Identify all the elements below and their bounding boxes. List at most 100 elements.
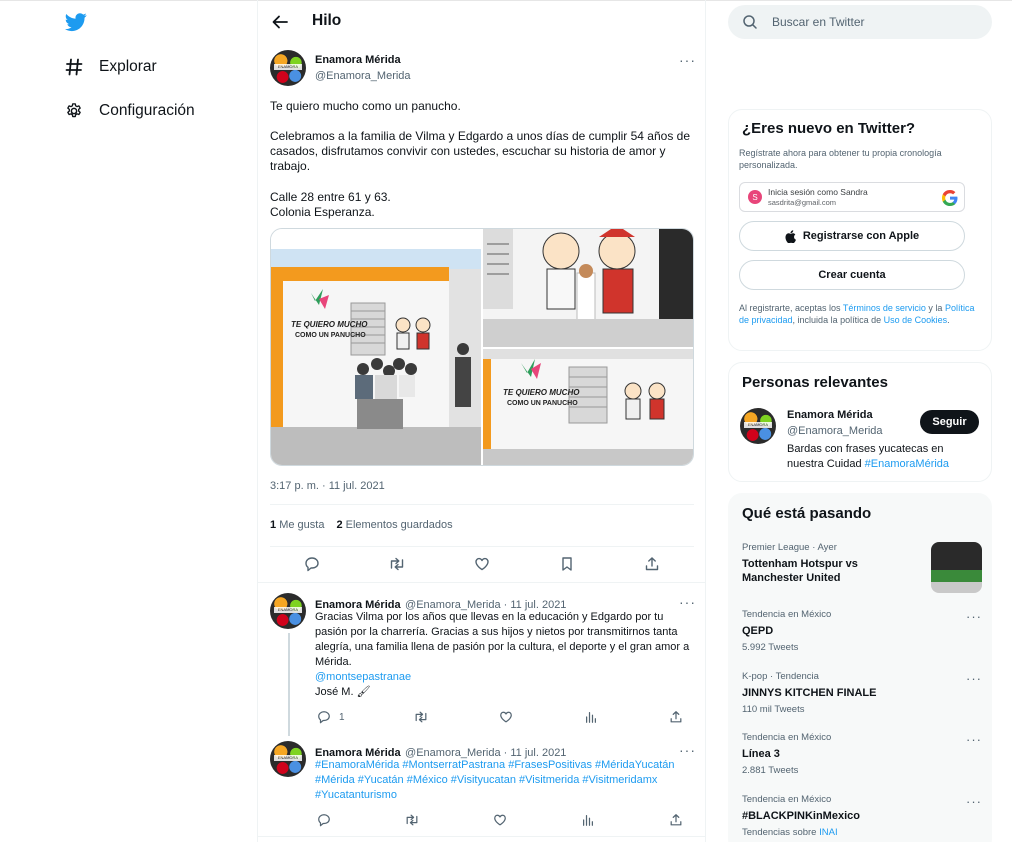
likes-label: Me gusta <box>279 519 325 531</box>
trend-title: #BLACKPINKinMexico <box>742 810 860 822</box>
left-navigation: Explorar Configuración <box>0 0 257 842</box>
legal-text: y la <box>925 303 945 313</box>
mention-link[interactable]: @montsepastranae <box>315 670 695 685</box>
relevant-user[interactable]: Enamora Mérida @Enamora_Merida <box>787 409 883 437</box>
trend-context: K-pop · Tendencia <box>742 671 819 682</box>
reply-actions: 1 <box>315 708 685 726</box>
retweet-icon[interactable] <box>388 555 406 573</box>
bookmarks-stat[interactable]: 2 Elementos guardados <box>336 519 452 531</box>
likes-count: 1 <box>270 519 277 531</box>
trend-item[interactable]: Tendencia en México Línea 3 2.881 Tweets… <box>742 732 982 776</box>
thread-column: Hilo ENAMORA MÉRIDA Enamora Mérida @Enam… <box>257 0 706 842</box>
trend-related-link[interactable]: INAI <box>819 827 837 838</box>
author-name[interactable]: Enamora Mérida <box>315 54 411 66</box>
legal-text: . <box>947 315 950 325</box>
right-sidebar: Buscar en Twitter ¿Eres nuevo en Twitter… <box>706 0 1012 842</box>
avatar-logo-text: ENAMORA MÉRIDA <box>274 64 302 70</box>
avatar[interactable]: ENAMORA MÉRIDA <box>740 408 776 444</box>
follow-button[interactable]: Seguir <box>920 410 979 434</box>
like-icon[interactable] <box>491 811 509 829</box>
trend-title: QEPD <box>742 625 774 637</box>
tweet-photo[interactable] <box>483 229 693 347</box>
retweet-icon[interactable] <box>403 811 421 829</box>
author-handle[interactable]: @Enamora_Merida <box>315 70 411 82</box>
nav-item-label: Explorar <box>99 58 157 75</box>
trend-item[interactable]: Tendencia en México #BLACKPINKinMexico T… <box>742 794 982 838</box>
apple-logo-icon <box>785 229 796 243</box>
bio-hashtag-link[interactable]: #EnamoraMérida <box>865 458 949 470</box>
trend-context: Tendencia en México <box>742 609 832 620</box>
trend-item[interactable]: Tendencia en México QEPD 5.992 Tweets ··… <box>742 609 982 653</box>
tweet-text-paragraph: Celebramos a la familia de Vilma y Edgar… <box>270 129 691 173</box>
bookmarks-count: 2 <box>336 519 343 531</box>
tweet-author: Enamora Mérida @Enamora_Merida <box>315 54 411 82</box>
signup-subtitle: Regístrate ahora para obtener tu propia … <box>739 148 942 170</box>
more-options-icon[interactable]: ··· <box>966 732 982 747</box>
search-box[interactable]: Buscar en Twitter <box>728 5 992 39</box>
twitter-bird-icon[interactable] <box>64 11 88 33</box>
legal-text: Al registrarte, aceptas los <box>739 303 843 313</box>
reply-body: Gracias Vilma por los años que llevas en… <box>315 611 690 668</box>
likes-stat[interactable]: 1 Me gusta <box>270 519 324 531</box>
user-name: Enamora Mérida <box>787 409 873 421</box>
trend-count-prefix: Tendencias sobre <box>742 827 820 838</box>
avatar-logo-text: ENAMORA MÉRIDA <box>744 422 772 428</box>
like-icon[interactable] <box>497 708 515 726</box>
analytics-icon[interactable] <box>582 708 600 726</box>
retweet-icon[interactable] <box>412 708 430 726</box>
relevant-people-title: Personas relevantes <box>742 374 888 391</box>
nav-item-configuracion[interactable]: Configuración <box>64 98 195 124</box>
tweet-photo[interactable]: TE QUIERO MUCHO COMO UN PANUCHO <box>271 229 481 465</box>
create-account-label: Crear cuenta <box>818 269 886 281</box>
divider <box>270 504 694 505</box>
reply-button[interactable]: 1 <box>315 708 345 726</box>
share-icon[interactable] <box>667 708 685 726</box>
like-icon[interactable] <box>473 555 491 573</box>
more-options-icon[interactable]: ··· <box>966 794 982 809</box>
back-arrow-icon[interactable] <box>270 12 290 32</box>
more-options-icon[interactable]: ··· <box>679 595 695 609</box>
trend-title: Línea 3 <box>742 748 780 760</box>
create-account-button[interactable]: Crear cuenta <box>739 260 965 290</box>
thread-connector-line <box>288 633 290 736</box>
trend-title: JINNYS KITCHEN FINALE <box>742 687 877 699</box>
user-bio: Bardas con frases yucatecas en nuestra C… <box>787 442 977 472</box>
more-options-icon[interactable]: ··· <box>679 743 695 757</box>
trend-item[interactable]: K-pop · Tendencia JINNYS KITCHEN FINALE … <box>742 671 982 715</box>
bookmark-icon[interactable] <box>558 555 576 573</box>
avatar-logo-text: ENAMORA MÉRIDA <box>274 755 302 761</box>
analytics-icon[interactable] <box>579 811 597 829</box>
apple-signup-button[interactable]: Registrarse con Apple <box>739 221 965 251</box>
share-icon[interactable] <box>643 555 661 573</box>
reply-icon[interactable] <box>303 555 321 573</box>
more-options-icon[interactable]: ··· <box>966 671 982 686</box>
svg-text:TE QUIERO MUCHO: TE QUIERO MUCHO <box>503 388 580 397</box>
relevant-people-card: Personas relevantes ENAMORA MÉRIDA Enamo… <box>728 362 992 482</box>
terms-link[interactable]: Términos de servicio <box>843 303 926 313</box>
cookies-link[interactable]: Uso de Cookies <box>884 315 948 325</box>
tweet-photo[interactable]: TE QUIERO MUCHO COMO UN PANUCHO <box>483 349 693 465</box>
avatar[interactable]: ENAMORA MÉRIDA <box>270 593 306 629</box>
reply-hashtags[interactable]: #EnamoraMérida #MontserratPastrana #Fras… <box>315 758 695 803</box>
share-icon[interactable] <box>667 811 685 829</box>
page-title: Hilo <box>312 12 342 29</box>
reply-icon[interactable] <box>315 811 333 829</box>
trends-card: Qué está pasando Premier League · Ayer T… <box>728 493 992 842</box>
tweet-media-grid: TE QUIERO MUCHO COMO UN PANUCHO TE QUIER… <box>270 228 694 466</box>
more-options-icon[interactable]: ··· <box>679 53 695 67</box>
nav-item-explorar[interactable]: Explorar <box>64 54 157 80</box>
signup-card: ¿Eres nuevo en Twitter? Regístrate ahora… <box>728 109 992 351</box>
search-input[interactable]: Buscar en Twitter <box>772 15 864 29</box>
trends-title: Qué está pasando <box>742 505 872 522</box>
more-options-icon[interactable]: ··· <box>966 609 982 624</box>
nav-item-label: Configuración <box>99 102 195 119</box>
hashtag-icon <box>64 57 84 77</box>
tweet-timestamp[interactable]: 3:17 p. m. · 11 jul. 2021 <box>270 480 385 492</box>
avatar[interactable]: ENAMORA MÉRIDA <box>270 50 306 86</box>
trend-item[interactable]: Premier League · Ayer Tottenham Hotspur … <box>742 542 982 593</box>
avatar[interactable]: ENAMORA MÉRIDA <box>270 741 306 777</box>
tweet-text-line1: Te quiero mucho como un panucho. <box>270 99 461 113</box>
reply-count: 1 <box>339 711 345 723</box>
reply-icon[interactable] <box>315 708 333 726</box>
google-signin-button[interactable]: S Inicia sesión como Sandra sasdrita@gma… <box>739 182 965 212</box>
